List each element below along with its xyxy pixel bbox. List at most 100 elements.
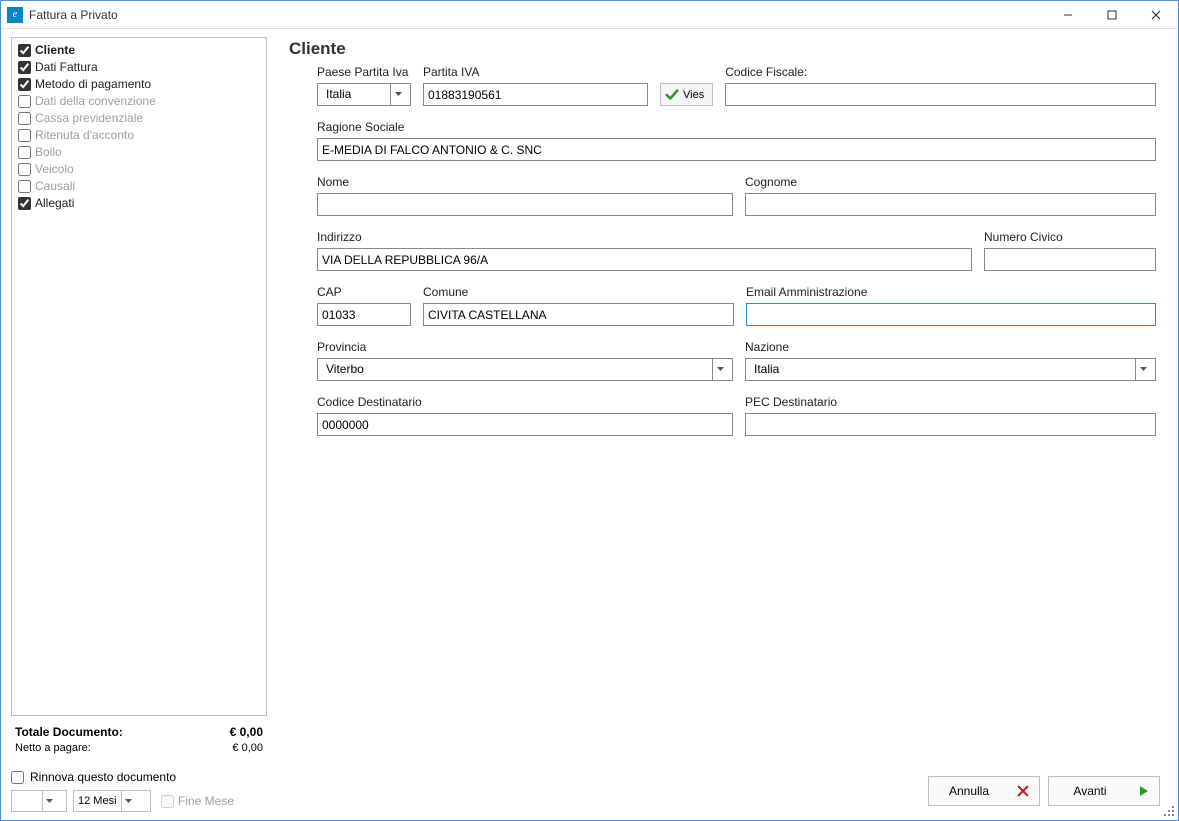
comune-input[interactable] bbox=[423, 303, 734, 326]
section-checkbox[interactable] bbox=[18, 112, 31, 125]
renew-interval-select[interactable] bbox=[11, 790, 67, 812]
arrow-right-icon bbox=[1139, 785, 1149, 797]
codice-destinatario-label: Codice Destinatario bbox=[317, 395, 733, 409]
avanti-button[interactable]: Avanti bbox=[1048, 776, 1160, 806]
window-title: Fattura a Privato bbox=[29, 8, 118, 22]
section-checkbox[interactable] bbox=[18, 78, 31, 91]
section-label: Dati Fattura bbox=[35, 60, 98, 75]
section-item[interactable]: Dati Fattura bbox=[16, 59, 262, 76]
indirizzo-label: Indirizzo bbox=[317, 230, 972, 244]
ragione-sociale-label: Ragione Sociale bbox=[317, 120, 1156, 134]
partita-iva-input[interactable] bbox=[423, 83, 648, 106]
totals: Totale Documento: € 0,00 Netto a pagare:… bbox=[11, 720, 267, 758]
close-icon bbox=[1017, 785, 1029, 797]
codice-fiscale-input[interactable] bbox=[725, 83, 1156, 106]
app-icon: e bbox=[7, 7, 23, 23]
section-item[interactable]: Veicolo bbox=[16, 161, 262, 178]
section-checkbox[interactable] bbox=[18, 163, 31, 176]
chevron-down-icon bbox=[712, 359, 728, 380]
section-label: Veicolo bbox=[35, 162, 74, 177]
provincia-value: Viterbo bbox=[322, 359, 712, 380]
nome-label: Nome bbox=[317, 175, 733, 189]
renew-row: Rinnova questo documento bbox=[11, 770, 267, 784]
pec-destinatario-label: PEC Destinatario bbox=[745, 395, 1156, 409]
partita-iva-label: Partita IVA bbox=[423, 65, 648, 79]
annulla-button[interactable]: Annulla bbox=[928, 776, 1040, 806]
form-area: Cliente Paese Partita Iva Italia Partita… bbox=[275, 29, 1178, 820]
fine-mese-label: Fine Mese bbox=[178, 794, 234, 808]
window-controls bbox=[1046, 1, 1178, 29]
fine-mese-checkbox[interactable] bbox=[161, 795, 174, 808]
pec-destinatario-input[interactable] bbox=[745, 413, 1156, 436]
paese-partita-iva-label: Paese Partita Iva bbox=[317, 65, 411, 79]
email-amministrazione-input[interactable] bbox=[746, 303, 1156, 326]
totale-value: € 0,00 bbox=[230, 724, 263, 740]
comune-label: Comune bbox=[423, 285, 734, 299]
nazione-label: Nazione bbox=[745, 340, 1156, 354]
nome-input[interactable] bbox=[317, 193, 733, 216]
netto-label: Netto a pagare: bbox=[15, 740, 91, 756]
section-checkbox[interactable] bbox=[18, 95, 31, 108]
chevron-down-icon bbox=[1135, 359, 1151, 380]
avanti-label: Avanti bbox=[1059, 784, 1121, 798]
section-checkbox[interactable] bbox=[18, 44, 31, 57]
email-amministrazione-label: Email Amministrazione bbox=[746, 285, 1156, 299]
footer-buttons: Annulla Avanti bbox=[928, 776, 1160, 806]
check-icon bbox=[665, 88, 679, 102]
section-checkbox[interactable] bbox=[18, 180, 31, 193]
nazione-value: Italia bbox=[750, 359, 1135, 380]
section-item[interactable]: Cliente bbox=[16, 42, 262, 59]
renew-period-select[interactable]: 12 Mesi bbox=[73, 790, 151, 812]
section-item[interactable]: Cassa previdenziale bbox=[16, 110, 262, 127]
vies-label: Vies bbox=[683, 89, 704, 101]
numero-civico-input[interactable] bbox=[984, 248, 1156, 271]
section-label: Ritenuta d'acconto bbox=[35, 128, 134, 143]
maximize-button[interactable] bbox=[1090, 1, 1134, 29]
title-bar: e Fattura a Privato bbox=[1, 1, 1178, 29]
minimize-button[interactable] bbox=[1046, 1, 1090, 29]
cognome-input[interactable] bbox=[745, 193, 1156, 216]
chevron-down-icon bbox=[121, 791, 135, 811]
nazione-select[interactable]: Italia bbox=[745, 358, 1156, 381]
section-list: ClienteDati Fattura Metodo di pagamento Da… bbox=[11, 37, 267, 716]
section-label: Cassa previdenziale bbox=[35, 111, 143, 126]
provincia-select[interactable]: Viterbo bbox=[317, 358, 733, 381]
paese-partita-iva-value: Italia bbox=[322, 84, 390, 105]
section-label: Allegati bbox=[35, 196, 74, 211]
close-button[interactable] bbox=[1134, 1, 1178, 29]
section-label: Dati della convenzione bbox=[35, 94, 156, 109]
numero-civico-label: Numero Civico bbox=[984, 230, 1156, 244]
renew-label: Rinnova questo documento bbox=[30, 770, 176, 784]
vies-button[interactable]: Vies bbox=[660, 83, 713, 106]
cap-input[interactable] bbox=[317, 303, 411, 326]
section-item[interactable]: Bollo bbox=[16, 144, 262, 161]
codice-destinatario-input[interactable] bbox=[317, 413, 733, 436]
paese-partita-iva-select[interactable]: Italia bbox=[317, 83, 411, 106]
ragione-sociale-input[interactable] bbox=[317, 138, 1156, 161]
section-item[interactable]: Dati della convenzione bbox=[16, 93, 262, 110]
renew-checkbox[interactable] bbox=[11, 771, 24, 784]
section-checkbox[interactable] bbox=[18, 61, 31, 74]
resize-grip[interactable] bbox=[1162, 804, 1176, 818]
cap-label: CAP bbox=[317, 285, 411, 299]
section-item[interactable]: Causali bbox=[16, 178, 262, 195]
section-label: Metodo di pagamento bbox=[35, 77, 151, 92]
section-item[interactable]: Ritenuta d'acconto bbox=[16, 127, 262, 144]
page-title: Cliente bbox=[289, 39, 1156, 59]
indirizzo-input[interactable] bbox=[317, 248, 972, 271]
section-checkbox[interactable] bbox=[18, 146, 31, 159]
cognome-label: Cognome bbox=[745, 175, 1156, 189]
totale-label: Totale Documento: bbox=[15, 724, 123, 740]
section-item[interactable]: Allegati bbox=[16, 195, 262, 212]
fine-mese-group: Fine Mese bbox=[161, 794, 234, 808]
sidebar: ClienteDati Fattura Metodo di pagamento Da… bbox=[1, 29, 275, 820]
provincia-label: Provincia bbox=[317, 340, 733, 354]
annulla-label: Annulla bbox=[939, 784, 999, 798]
renew-controls: 12 Mesi Fine Mese bbox=[11, 790, 267, 812]
section-item[interactable]: Metodo di pagamento bbox=[16, 76, 262, 93]
section-checkbox[interactable] bbox=[18, 197, 31, 210]
section-label: Bollo bbox=[35, 145, 62, 160]
codice-fiscale-label: Codice Fiscale: bbox=[725, 65, 1156, 79]
section-checkbox[interactable] bbox=[18, 129, 31, 142]
section-label: Causali bbox=[35, 179, 75, 194]
